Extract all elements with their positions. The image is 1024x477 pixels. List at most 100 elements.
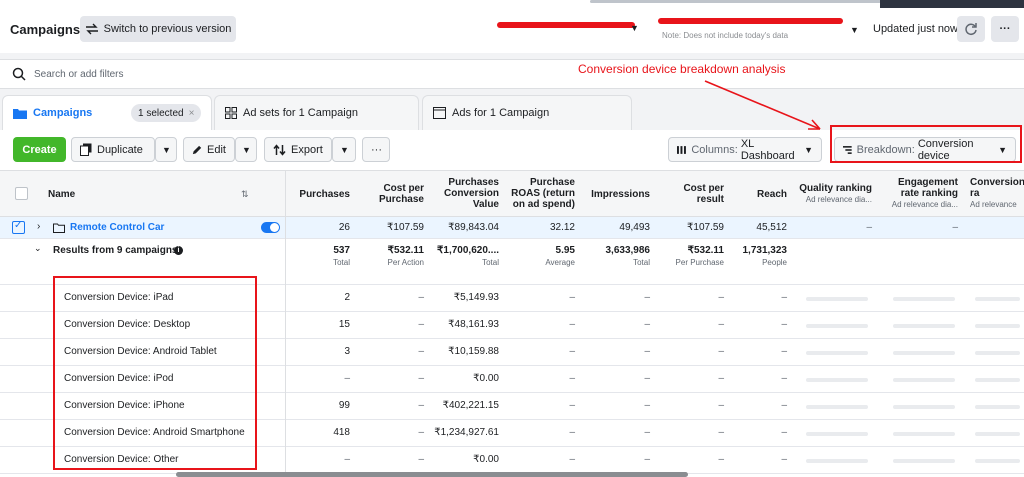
cell-reach: –: [781, 427, 787, 438]
date-chevron-down-icon[interactable]: ▼: [850, 25, 859, 35]
switch-version-button[interactable]: Switch to previous version: [80, 16, 236, 42]
col-impressions[interactable]: Impressions: [591, 189, 650, 200]
edit-label: Edit: [207, 143, 226, 156]
collapse-chevron-icon[interactable]: ⌄: [34, 243, 42, 254]
duplicate-button[interactable]: Duplicate: [71, 137, 155, 162]
cell-cost-per-result: –: [718, 346, 724, 357]
browser-top-strip: [0, 0, 1024, 9]
export-arrows-icon: [273, 143, 286, 156]
export-label: Export: [291, 143, 323, 156]
blurred-value: [893, 297, 955, 301]
cell-reach: –: [781, 454, 787, 465]
duplicate-dropdown-button[interactable]: ▼: [155, 137, 177, 162]
col-engagement-ranking[interactable]: Engagement rate ranking Ad relevance dia..…: [892, 177, 958, 210]
switch-arrows-icon: [85, 23, 98, 35]
cell-cost-per-result: –: [718, 400, 724, 411]
total-impressions: 3,633,986 Total: [605, 245, 651, 267]
col-conversion-value[interactable]: Purchases Conversion Value: [444, 177, 499, 210]
cell-impressions: –: [644, 373, 650, 384]
cell-purchases: 3: [344, 346, 350, 357]
blurred-value: [975, 324, 1020, 328]
account-chevron-down-icon[interactable]: ▼: [630, 23, 639, 33]
cell-roas: –: [569, 319, 575, 330]
edit-dropdown-button[interactable]: ▼: [235, 137, 257, 162]
page-title: Campaigns: [10, 22, 81, 37]
annotation-label: Conversion device breakdown analysis: [578, 62, 786, 76]
campaign-name-link[interactable]: Remote Control Car: [70, 222, 164, 233]
total-reach: 1,731,323 People: [742, 245, 788, 267]
export-dropdown-button[interactable]: ▼: [332, 137, 356, 162]
cell-reach: 45,512: [756, 222, 787, 233]
tab-ads[interactable]: Ads for 1 Campaign: [422, 95, 632, 130]
cell-conversion-value: ₹10,159.88: [448, 346, 499, 357]
cell-roas: –: [569, 400, 575, 411]
cell-cost-per-result: –: [718, 427, 724, 438]
cell-roas: –: [569, 454, 575, 465]
total-cost-per-purchase: ₹532.11 Per Action: [387, 245, 424, 267]
selected-count-pill[interactable]: 1 selected ×: [131, 104, 202, 122]
blurred-value: [806, 351, 868, 355]
expand-chevron-icon[interactable]: ›: [37, 221, 40, 232]
col-reach[interactable]: Reach: [757, 189, 787, 200]
col-cost-per-purchase[interactable]: Cost per Purchase: [379, 183, 424, 205]
info-icon[interactable]: i: [174, 246, 183, 255]
duplicate-label: Duplicate: [97, 143, 143, 156]
duplicate-icon: [80, 143, 92, 156]
columns-dropdown[interactable]: Columns: XL Dashboard ▼: [668, 137, 822, 162]
search-input[interactable]: Search or add filters: [34, 69, 124, 80]
breakdown-rows-highlight-box: [53, 276, 257, 470]
folder-icon: [13, 108, 27, 119]
redacted-date-range: [658, 18, 843, 24]
columns-icon: [677, 145, 686, 154]
campaign-row[interactable]: ✓ › Remote Control Car 26 ₹107.59 ₹89,84…: [0, 217, 1024, 239]
header: Campaigns Switch to previous version ▼ N…: [0, 9, 1024, 53]
col-quality-ranking[interactable]: Quality ranking Ad relevance dia...: [799, 183, 872, 205]
more-options-button[interactable]: ···: [991, 16, 1019, 42]
row-checkbox[interactable]: ✓: [12, 220, 25, 234]
horizontal-scrollbar[interactable]: [176, 472, 688, 477]
edit-button[interactable]: Edit: [183, 137, 235, 162]
scroll-indicator: [590, 0, 892, 3]
blurred-value: [975, 378, 1020, 382]
export-button[interactable]: Export: [264, 137, 332, 162]
cell-impressions: –: [644, 319, 650, 330]
cell-conversion-value: ₹402,221.15: [442, 400, 499, 411]
total-roas: 5.95 Average: [545, 245, 575, 267]
cell-cost-per-purchase: –: [418, 427, 424, 438]
grid-icon: [225, 107, 237, 119]
dark-corner: [880, 0, 1024, 8]
blurred-value: [975, 459, 1020, 463]
clear-selection-close-icon[interactable]: ×: [189, 108, 195, 119]
cell-conversion-value: ₹48,161.93: [448, 319, 499, 330]
cell-cost-per-purchase: –: [418, 319, 424, 330]
campaign-toggle[interactable]: [261, 222, 280, 233]
cell-conversion-value: ₹1,234,927.61: [434, 427, 499, 438]
more-actions-button[interactable]: ···: [362, 137, 390, 162]
table-header: Name ⇅ Purchases Cost per Purchase Purcha…: [0, 171, 1024, 217]
create-button[interactable]: Create: [13, 137, 66, 162]
tab-campaigns[interactable]: Campaigns 1 selected ×: [2, 95, 212, 130]
cell-conversion-value: ₹5,149.93: [453, 292, 499, 303]
cell-cost-per-purchase: –: [418, 292, 424, 303]
cell-cost-per-purchase: –: [418, 373, 424, 384]
tab-adsets[interactable]: Ad sets for 1 Campaign: [214, 95, 419, 130]
refresh-button[interactable]: [957, 16, 985, 42]
col-name[interactable]: Name: [48, 189, 75, 200]
blurred-value: [806, 324, 868, 328]
total-purchases: 537 Total: [333, 245, 350, 267]
col-cost-per-result[interactable]: Cost per result: [683, 183, 724, 205]
col-roas[interactable]: Purchase ROAS (return on ad spend): [511, 177, 575, 210]
col-conversion-ranking[interactable]: Conversion ra Ad relevance: [970, 177, 1024, 210]
sort-icon[interactable]: ⇅: [241, 189, 249, 200]
cell-cost-per-result: –: [718, 319, 724, 330]
cell-purchases: –: [344, 454, 350, 465]
cell-roas: –: [569, 373, 575, 384]
select-all-checkbox[interactable]: [15, 187, 28, 200]
blurred-value: [806, 432, 868, 436]
cell-reach: –: [781, 319, 787, 330]
col-purchases[interactable]: Purchases: [299, 189, 350, 200]
cell-roas: –: [569, 292, 575, 303]
blurred-value: [806, 459, 868, 463]
columns-prefix: Columns:: [691, 143, 741, 156]
column-divider: [285, 217, 286, 477]
